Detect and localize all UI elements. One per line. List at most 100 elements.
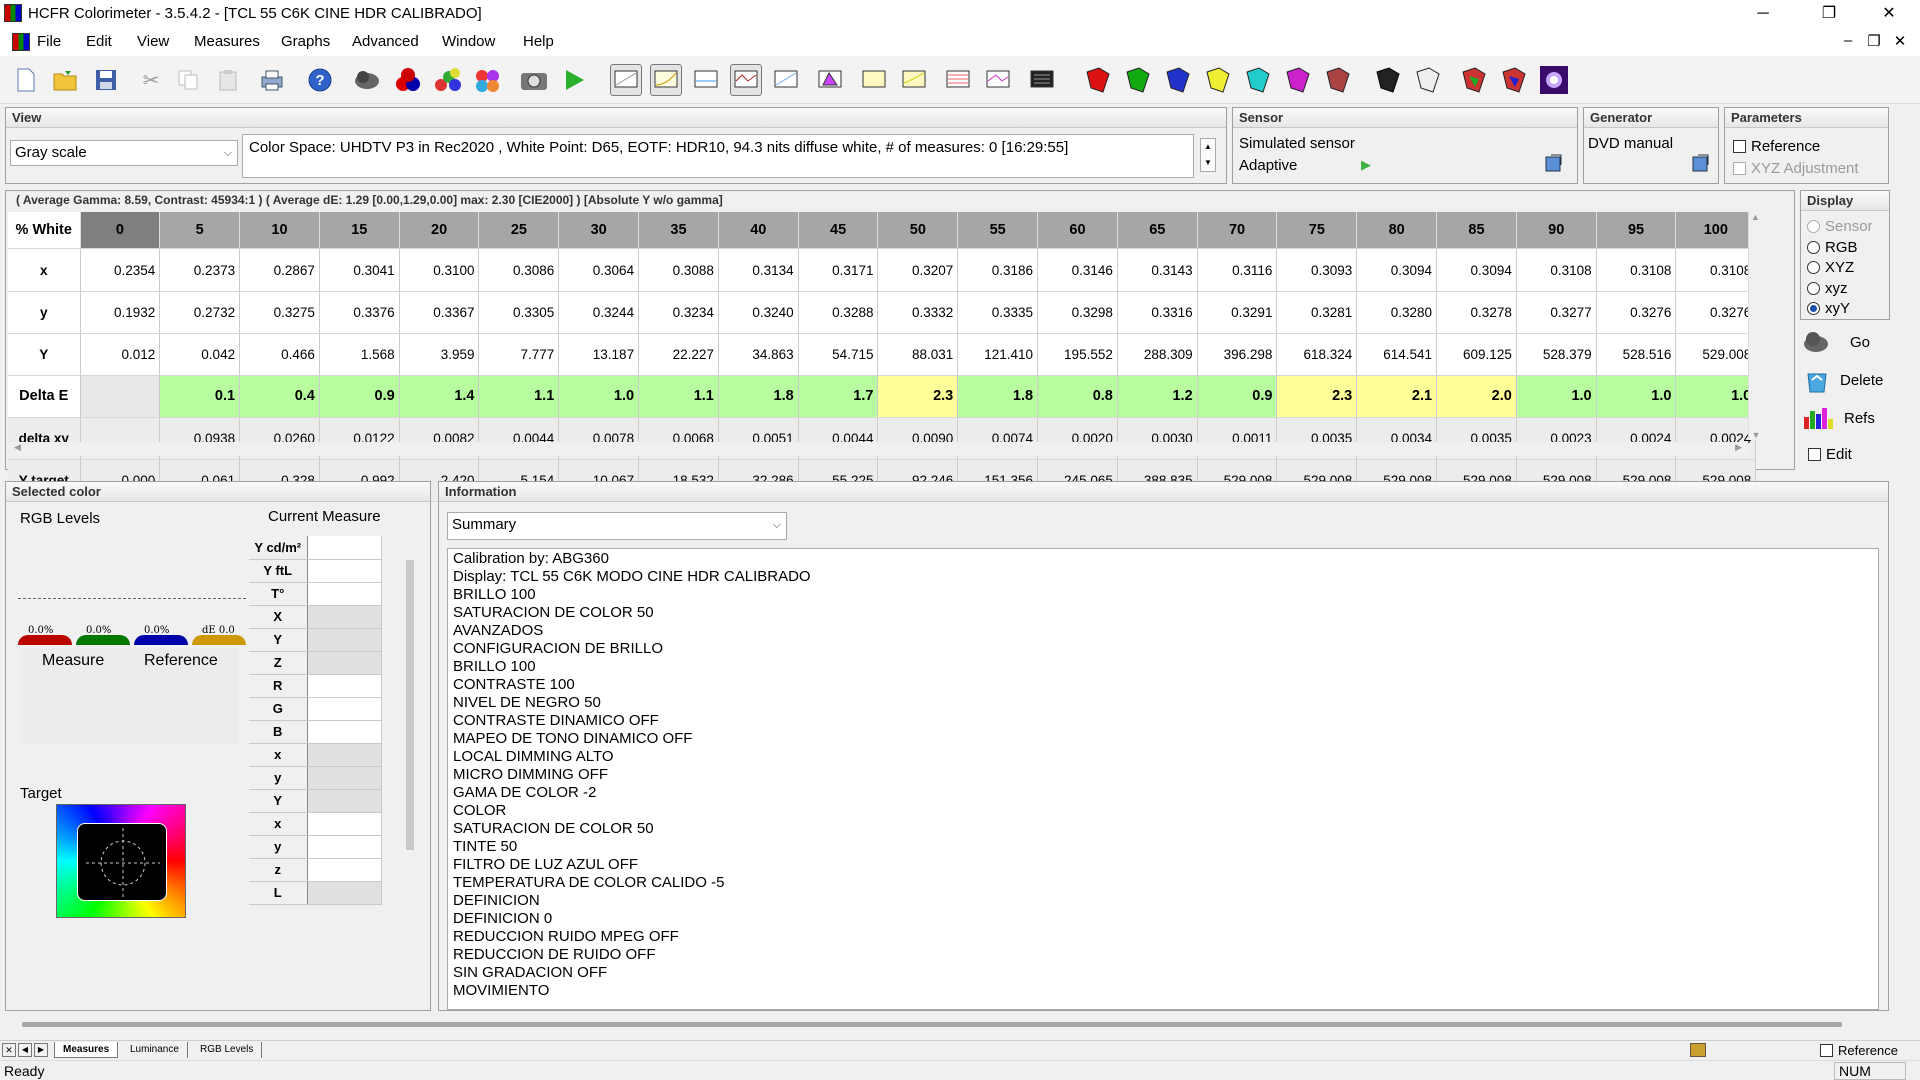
grid-column-header[interactable]: 30 (558, 212, 640, 250)
information-dropdown[interactable]: Summary ⌵ (447, 512, 787, 540)
cie-diagram-icon[interactable] (814, 64, 846, 96)
menu-file[interactable]: File (37, 33, 61, 50)
grid-cell[interactable]: 0.3278 (1436, 291, 1517, 334)
grid-cell[interactable]: 2.3 (1276, 375, 1358, 418)
grid-vertical-scrollbar[interactable]: ▲ ▼ (1748, 212, 1762, 440)
grid-horizontal-scrollbar[interactable]: ◀ ▶ (8, 442, 1748, 456)
help-icon[interactable]: ? (304, 64, 336, 96)
graph-4-icon[interactable] (730, 64, 762, 96)
grid-cell[interactable]: 7.777 (478, 333, 560, 376)
colorspace-spinner[interactable]: ▲ ▼ (1200, 138, 1216, 172)
rgb-channel-icon[interactable] (1458, 64, 1490, 96)
grid-cell[interactable]: 0.3276 (1675, 291, 1757, 334)
grid-cell[interactable]: 1.7 (798, 375, 879, 418)
grid-cell[interactable]: 0.3108 (1596, 248, 1677, 292)
mixed-channel-icon[interactable] (1322, 64, 1354, 96)
radio-button[interactable] (1807, 261, 1820, 274)
close-button[interactable]: ✕ (1866, 0, 1912, 28)
graph-3-icon[interactable] (690, 64, 722, 96)
grid-column-header[interactable]: 60 (1037, 212, 1118, 250)
delete-button[interactable]: Delete (1802, 364, 1892, 396)
grid-column-header[interactable]: 40 (718, 212, 799, 250)
mdi-minimize-button[interactable]: – (1838, 32, 1858, 49)
edit-checkbox-box[interactable] (1808, 448, 1821, 461)
grid-cell[interactable]: 0.466 (239, 333, 320, 376)
grid-column-header[interactable]: 100 (1675, 212, 1757, 250)
grid-cell[interactable]: 609.125 (1436, 333, 1517, 376)
grid-column-header[interactable]: 45 (798, 212, 879, 250)
grid-cell[interactable]: 54.715 (798, 333, 879, 376)
grid-cell[interactable]: 0.3234 (638, 291, 719, 334)
grid-column-header[interactable]: 85 (1436, 212, 1517, 250)
grid-column-header[interactable]: 35 (638, 212, 719, 250)
grid-cell[interactable]: 0.3108 (1516, 248, 1597, 292)
grid-cell[interactable]: 0.3086 (478, 248, 560, 292)
grid-column-header[interactable]: 15 (319, 212, 400, 250)
grid-cell[interactable]: 288.309 (1117, 333, 1198, 376)
grid-cell[interactable]: 0.9 (1197, 375, 1278, 418)
view-dropdown[interactable]: Gray scale ⌵ (10, 140, 238, 166)
print-icon[interactable] (256, 64, 288, 96)
grid-cell[interactable]: 195.552 (1037, 333, 1118, 376)
display-option-xyz[interactable]: xyz (1807, 279, 1873, 300)
grid-cell[interactable]: 1.0 (1675, 375, 1757, 418)
status-reference-box[interactable] (1820, 1044, 1833, 1057)
mdi-close-button[interactable]: ✕ (1890, 32, 1910, 50)
camera-icon[interactable] (518, 64, 550, 96)
go-button[interactable]: Go (1802, 326, 1892, 358)
grid-column-header[interactable]: 80 (1356, 212, 1438, 250)
measure-table-scrollbar[interactable] (406, 560, 414, 850)
edit-checkbox[interactable]: Edit (1808, 446, 1852, 463)
grid-cell[interactable]: 0.3244 (558, 291, 640, 334)
menu-view[interactable]: View (137, 33, 169, 50)
grid-column-header[interactable]: 90 (1516, 212, 1597, 250)
plugin-icon[interactable] (1690, 1043, 1706, 1057)
grid-cell[interactable]: 0.2373 (159, 248, 241, 292)
grid-cell[interactable]: 0.3288 (798, 291, 879, 334)
grid-cell[interactable]: 614.541 (1356, 333, 1438, 376)
menu-advanced[interactable]: Advanced (352, 33, 419, 50)
grid-cell[interactable]: 0.3376 (319, 291, 400, 334)
tab-prev-icon[interactable]: ◀ (18, 1043, 32, 1057)
menu-edit[interactable]: Edit (86, 33, 112, 50)
menu-help[interactable]: Help (523, 33, 554, 50)
grid-cell[interactable]: 0.3207 (877, 248, 959, 292)
new-file-icon[interactable] (10, 64, 42, 96)
grid-cell[interactable]: 0.042 (159, 333, 241, 376)
radio-button[interactable] (1807, 240, 1820, 254)
grid-cell[interactable]: 0.3143 (1117, 248, 1198, 292)
grid-cell[interactable]: 0.3298 (1037, 291, 1118, 334)
grid-column-header[interactable]: 75 (1276, 212, 1358, 250)
grid-cell[interactable]: 0.9 (319, 375, 400, 418)
color-balls-icon[interactable] (432, 64, 464, 96)
grid-cell[interactable]: 3.959 (399, 333, 480, 376)
black-channel-icon[interactable] (1372, 64, 1404, 96)
grid-cell[interactable]: 0.3093 (1276, 248, 1358, 292)
cyan-channel-icon[interactable] (1242, 64, 1274, 96)
grid-cell[interactable]: 1.8 (957, 375, 1039, 418)
display-option-sensor[interactable]: Sensor (1807, 217, 1873, 238)
grid-cell[interactable]: 0.3276 (1596, 291, 1677, 334)
tab-rgb-levels[interactable]: RGB Levels (192, 1042, 263, 1058)
grid-cell[interactable]: 0.3305 (478, 291, 560, 334)
grid-column-header[interactable]: 5 (159, 212, 241, 250)
grid-cell[interactable]: 1.4 (399, 375, 480, 418)
grid-cell[interactable]: 0.3100 (399, 248, 480, 292)
grid-cell[interactable]: 0.3171 (798, 248, 879, 292)
menu-graphs[interactable]: Graphs (281, 33, 330, 50)
multi-color-icon[interactable] (472, 64, 504, 96)
tab-measures[interactable]: Measures (54, 1042, 119, 1058)
graph-9-icon[interactable] (982, 64, 1014, 96)
radio-button[interactable] (1807, 220, 1820, 233)
grid-cell[interactable]: 0.3108 (1675, 248, 1757, 292)
grid-cell[interactable]: 0.1932 (80, 291, 161, 334)
copy-icon[interactable] (172, 64, 204, 96)
grid-column-header[interactable]: 65 (1117, 212, 1198, 250)
grid-cell[interactable]: 34.863 (718, 333, 799, 376)
menu-measures[interactable]: Measures (194, 33, 260, 50)
minimize-button[interactable]: ─ (1740, 0, 1786, 28)
sensor-icon[interactable] (352, 64, 384, 96)
grid-cell[interactable]: 0.012 (80, 333, 161, 376)
main-horizontal-scrollbar[interactable] (22, 1022, 1842, 1027)
grid-cell[interactable]: 22.227 (638, 333, 719, 376)
